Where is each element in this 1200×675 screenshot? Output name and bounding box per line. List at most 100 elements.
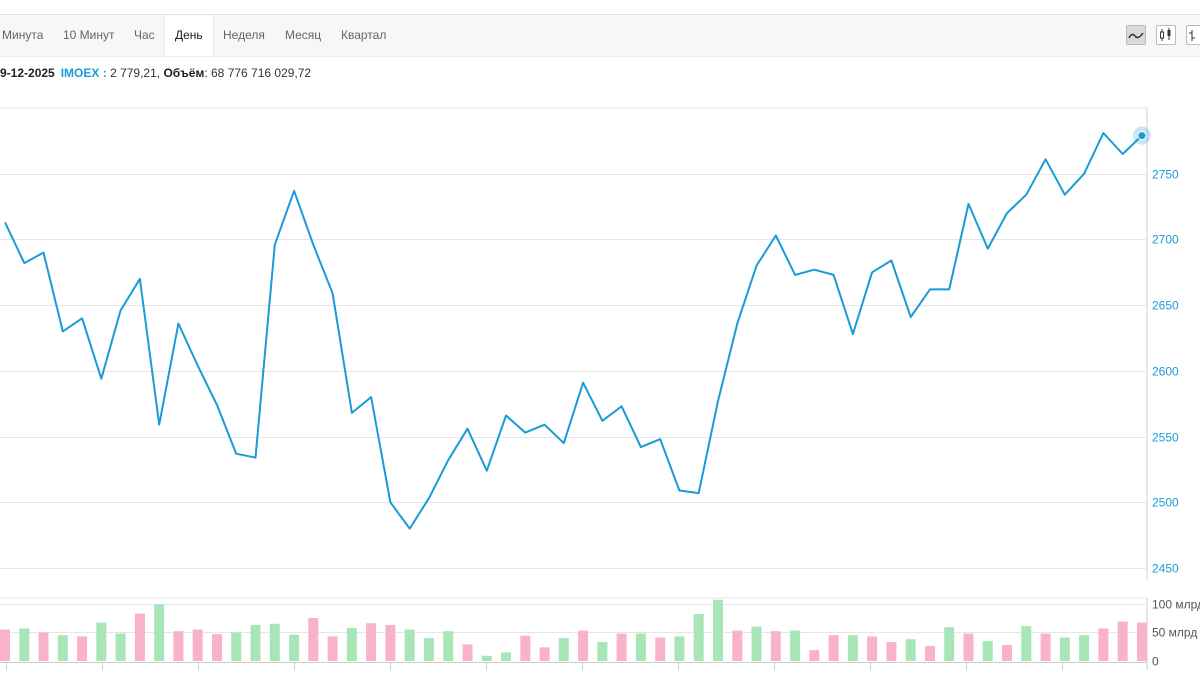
price-point[interactable] — [234, 451, 239, 456]
price-point[interactable] — [41, 250, 46, 255]
volume-bar[interactable] — [963, 633, 974, 662]
volume-bar[interactable] — [713, 599, 723, 661]
volume-bar[interactable] — [655, 637, 666, 662]
volume-bar[interactable] — [616, 633, 627, 662]
price-point[interactable] — [311, 242, 316, 247]
price-point[interactable] — [677, 488, 682, 493]
volume-bar[interactable] — [212, 634, 222, 661]
price-point[interactable] — [831, 272, 836, 277]
volume-bar[interactable] — [192, 629, 203, 662]
volume-bar[interactable] — [1117, 621, 1128, 662]
volume-bar[interactable] — [732, 630, 743, 661]
price-point[interactable] — [1043, 157, 1048, 162]
volume-bar[interactable] — [1136, 622, 1147, 661]
volume-bar[interactable] — [790, 630, 801, 661]
volume-bar[interactable] — [982, 641, 993, 661]
price-point[interactable] — [773, 233, 778, 238]
volume-bar[interactable] — [501, 652, 511, 661]
volume-bar[interactable] — [905, 639, 916, 661]
price-point[interactable] — [407, 526, 412, 531]
volume-bar[interactable] — [597, 642, 608, 661]
volume-bar[interactable] — [443, 631, 454, 661]
volume-bar[interactable] — [173, 631, 184, 661]
volume-bar[interactable] — [847, 635, 858, 661]
price-point[interactable] — [870, 270, 875, 275]
volume-bar[interactable] — [250, 624, 261, 661]
volume-bar[interactable] — [134, 613, 145, 662]
price-point[interactable] — [542, 422, 547, 427]
volume-bar[interactable] — [809, 650, 820, 661]
price-point[interactable] — [176, 321, 181, 326]
volume-bar[interactable] — [327, 636, 338, 661]
volume-bar[interactable] — [38, 632, 49, 661]
price-point[interactable] — [426, 496, 431, 501]
volume-bar[interactable] — [308, 618, 319, 661]
price-point[interactable] — [195, 363, 200, 368]
volume-bar[interactable] — [1059, 637, 1070, 662]
volume-bar[interactable] — [693, 614, 704, 661]
price-point[interactable] — [735, 321, 740, 326]
volume-bar[interactable] — [385, 624, 396, 661]
last-point-marker[interactable] — [1137, 131, 1147, 141]
volume-bar[interactable] — [635, 633, 646, 662]
price-point[interactable] — [850, 332, 855, 337]
volume-bar[interactable] — [1040, 633, 1051, 662]
volume-bar[interactable] — [462, 644, 473, 661]
volume-bar[interactable] — [751, 626, 762, 661]
price-point[interactable] — [619, 404, 624, 409]
price-point[interactable] — [928, 287, 933, 292]
volume-bar[interactable] — [0, 629, 10, 662]
price-point[interactable] — [60, 329, 65, 334]
price-point[interactable] — [157, 422, 162, 427]
price-point[interactable] — [272, 242, 277, 247]
price-point[interactable] — [349, 410, 354, 415]
price-point[interactable] — [484, 468, 489, 473]
price-point[interactable] — [754, 263, 759, 268]
price-point[interactable] — [504, 413, 509, 418]
volume-bar[interactable] — [423, 638, 434, 661]
price-point[interactable] — [388, 500, 393, 505]
volume-bar[interactable] — [96, 622, 107, 661]
price-point[interactable] — [253, 455, 258, 460]
price-point[interactable] — [1120, 152, 1125, 157]
volume-bar[interactable] — [115, 633, 126, 662]
volume-bar[interactable] — [77, 636, 88, 661]
price-point[interactable] — [22, 261, 27, 266]
price-point[interactable] — [600, 418, 605, 423]
volume-bar[interactable] — [231, 632, 242, 661]
price-point[interactable] — [985, 246, 990, 251]
price-point[interactable] — [1101, 131, 1106, 136]
price-point[interactable] — [292, 188, 297, 193]
volume-bar[interactable] — [1098, 628, 1109, 661]
volume-bar[interactable] — [539, 647, 550, 661]
price-point[interactable] — [465, 426, 470, 431]
volume-bar[interactable] — [19, 628, 30, 661]
price-point[interactable] — [889, 258, 894, 263]
price-point[interactable] — [118, 308, 123, 313]
price-point[interactable] — [581, 380, 586, 385]
volume-bar[interactable] — [289, 634, 300, 661]
volume-bar[interactable] — [674, 636, 685, 661]
price-point[interactable] — [793, 272, 798, 277]
volume-bar[interactable] — [558, 638, 569, 661]
chart-canvas[interactable]: 2750 2700 2650 2600 2550 2500 2450 100 млрд 50 … — [0, 0, 1200, 675]
volume-bar[interactable] — [404, 629, 415, 662]
volume-bar[interactable] — [770, 631, 781, 661]
volume-bar[interactable] — [520, 635, 531, 661]
volume-bar[interactable] — [346, 627, 357, 661]
price-point[interactable] — [99, 376, 104, 381]
price-point[interactable] — [1062, 192, 1067, 197]
price-point[interactable] — [446, 458, 451, 463]
price-point[interactable] — [812, 267, 817, 272]
price-point[interactable] — [658, 437, 663, 442]
price-point[interactable] — [3, 220, 8, 225]
price-point[interactable] — [215, 403, 220, 408]
volume-bar[interactable] — [1021, 626, 1032, 661]
price-point[interactable] — [716, 399, 721, 404]
price-point[interactable] — [947, 287, 952, 292]
volume-bar[interactable] — [925, 646, 935, 661]
price-point[interactable] — [1024, 192, 1029, 197]
volume-bar[interactable] — [578, 630, 589, 661]
price-point[interactable] — [966, 201, 971, 206]
price-point[interactable] — [561, 441, 566, 446]
